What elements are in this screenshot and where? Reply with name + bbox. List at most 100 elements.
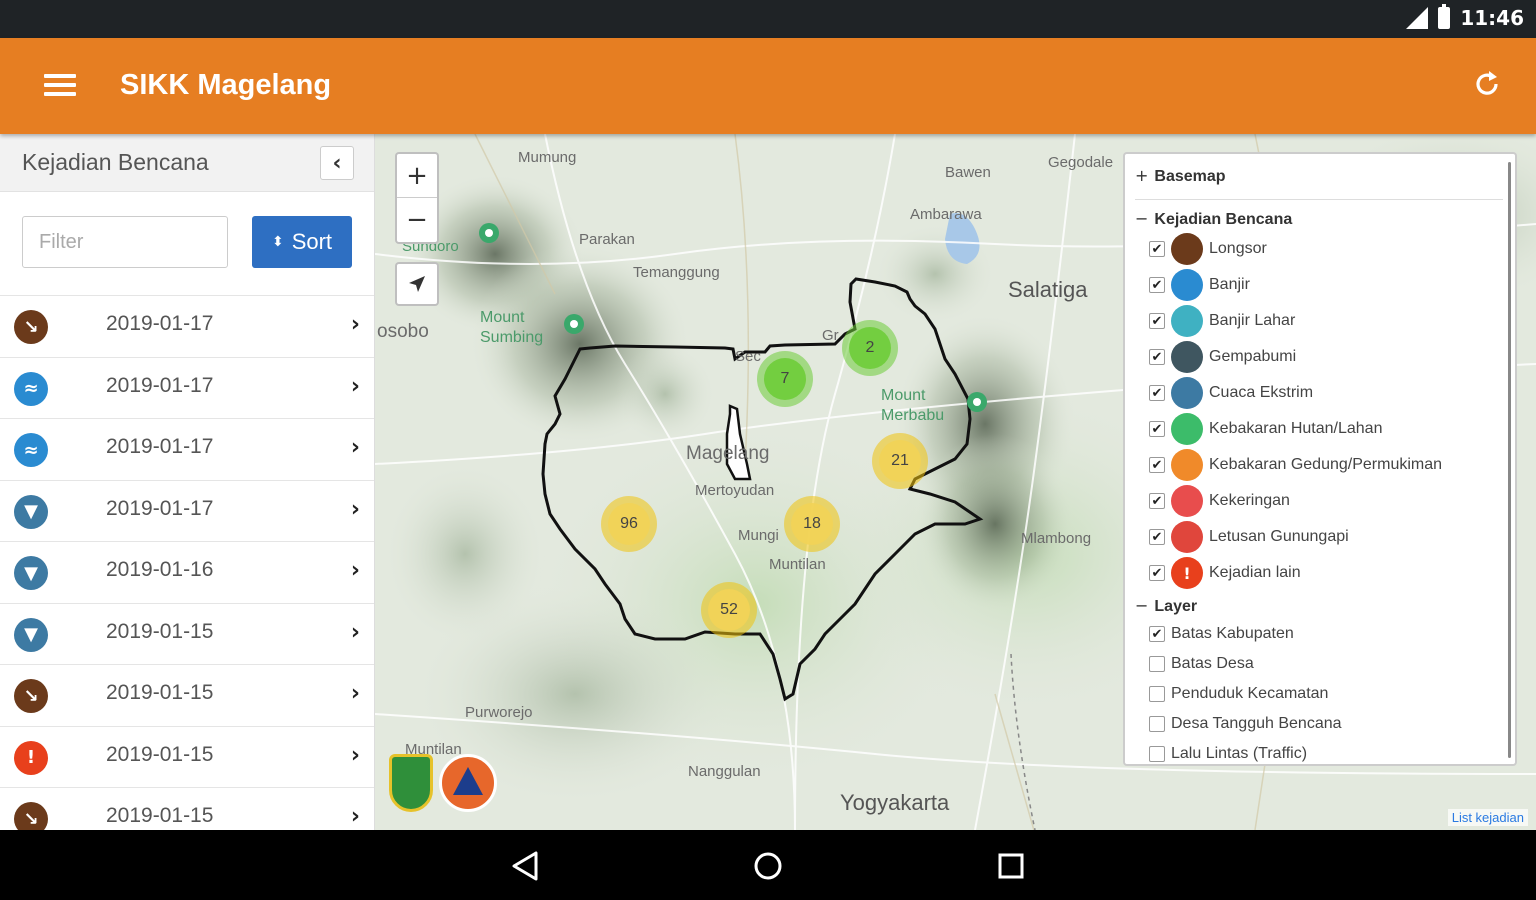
layer-toggle-item[interactable]: ✔ Cuaca Ekstrim bbox=[1149, 376, 1313, 410]
map-label-grabag: Gr bbox=[822, 327, 839, 344]
locate-button[interactable] bbox=[395, 262, 439, 306]
layer-checkbox[interactable]: ✔ bbox=[1149, 457, 1165, 473]
navigation-bar bbox=[0, 830, 1536, 900]
event-list-item[interactable]: ▼ 2019-01-16 › bbox=[0, 542, 374, 604]
layer-toggle-item[interactable]: ✔ Longsor bbox=[1149, 232, 1267, 266]
event-list-item[interactable]: ! 2019-01-15 › bbox=[0, 727, 374, 788]
map-label-wonosobo: osobo bbox=[377, 321, 429, 342]
event-type-icon: ! bbox=[14, 740, 48, 775]
event-type-icon: ↘ bbox=[14, 802, 48, 830]
app-title: SIKK Magelang bbox=[120, 69, 332, 101]
map-label-sumbing: Mount Sumbing bbox=[480, 309, 544, 346]
cluster-marker[interactable]: 21 bbox=[872, 433, 928, 489]
layer-type-icon bbox=[1171, 305, 1203, 337]
chevron-right-icon: › bbox=[350, 496, 360, 522]
chevron-right-icon: › bbox=[350, 804, 360, 829]
sidebar: Kejadian Bencana ‹ ⬍ Sort ↘2019-01-17›≈2… bbox=[0, 134, 375, 830]
layer-checkbox[interactable]: ✔ bbox=[1149, 349, 1165, 365]
overlay-layer-checkbox[interactable] bbox=[1149, 686, 1165, 702]
cluster-marker[interactable]: 2 bbox=[842, 320, 898, 376]
recents-icon[interactable] bbox=[993, 848, 1029, 884]
map-label-nanggulan: Nanggulan bbox=[688, 763, 761, 780]
overlay-layer-item[interactable]: ✔ Batas Kabupaten bbox=[1149, 617, 1294, 651]
layer-checkbox[interactable]: ✔ bbox=[1149, 277, 1165, 293]
layer-group-header[interactable]: − Layer bbox=[1135, 596, 1197, 616]
kejadian-group-header[interactable]: − Kejadian Bencana bbox=[1135, 209, 1292, 229]
overlay-layer-item[interactable]: Desa Tangguh Bencana bbox=[1149, 707, 1342, 741]
event-list-item[interactable]: ↘ 2019-01-15 › bbox=[0, 665, 374, 727]
layer-panel-scrollbar[interactable] bbox=[1508, 162, 1511, 758]
event-list-item[interactable]: ≈2019-01-17 › bbox=[0, 419, 374, 481]
cluster-marker[interactable]: 52 bbox=[701, 582, 757, 638]
chevron-right-icon: › bbox=[350, 312, 360, 337]
layer-type-icon bbox=[1171, 521, 1203, 553]
overlay-layer-checkbox[interactable] bbox=[1149, 746, 1165, 762]
navigation-arrow-icon bbox=[409, 276, 425, 292]
map-label-purworejo: Purworejo bbox=[465, 704, 533, 721]
event-list-item[interactable]: ▼ 2019-01-17 › bbox=[0, 481, 374, 542]
overlay-layer-item[interactable]: Penduduk Kecamatan bbox=[1149, 677, 1328, 711]
menu-icon[interactable] bbox=[44, 74, 76, 98]
layer-toggle-item[interactable]: ✔! Kejadian lain bbox=[1149, 556, 1301, 590]
collapse-sidebar-button[interactable]: ‹ bbox=[320, 146, 354, 180]
zoom-out-button[interactable]: − bbox=[397, 198, 437, 242]
map[interactable]: Mumung Bawen Gegodale Ambarawa Parakan T… bbox=[375, 134, 1536, 830]
event-date: 2019-01-17 bbox=[106, 312, 214, 335]
layer-checkbox[interactable]: ✔ bbox=[1149, 385, 1165, 401]
overlay-layer-checkbox[interactable] bbox=[1149, 716, 1165, 732]
map-label-muntilan: Muntilan bbox=[769, 556, 826, 573]
zoom-in-button[interactable]: + bbox=[397, 154, 437, 198]
layer-checkbox[interactable]: ✔ bbox=[1149, 421, 1165, 437]
layer-checkbox[interactable]: ✔ bbox=[1149, 241, 1165, 257]
layer-toggle-item[interactable]: ✔ Gempabumi bbox=[1149, 340, 1296, 374]
layer-toggle-item[interactable]: ✔ Kebakaran Gedung/Permukiman bbox=[1149, 448, 1442, 482]
overlay-layer-item[interactable]: Lalu Lintas (Traffic) bbox=[1149, 737, 1307, 764]
refresh-icon[interactable] bbox=[1472, 69, 1502, 99]
list-kejadian-link[interactable]: List kejadian bbox=[1447, 809, 1528, 826]
cluster-marker[interactable]: 18 bbox=[784, 496, 840, 552]
status-clock: 11:46 bbox=[1460, 6, 1524, 30]
layer-type-icon bbox=[1171, 233, 1203, 265]
back-icon[interactable] bbox=[508, 848, 544, 884]
overlay-layer-label: Penduduk Kecamatan bbox=[1171, 685, 1329, 702]
overlay-layer-checkbox[interactable]: ✔ bbox=[1149, 626, 1165, 642]
event-list-item[interactable]: ↘ 2019-01-17 › bbox=[0, 296, 374, 358]
layer-type-icon bbox=[1171, 413, 1203, 445]
filter-input[interactable] bbox=[22, 216, 228, 268]
app-bar: SIKK Magelang bbox=[0, 38, 1536, 134]
event-type-icon: ↘ bbox=[14, 679, 48, 713]
cluster-count: 52 bbox=[708, 589, 750, 631]
status-bar: 11:46 bbox=[0, 0, 1536, 38]
layer-type-icon bbox=[1171, 485, 1203, 517]
layer-toggle-item[interactable]: ✔ Banjir bbox=[1149, 268, 1250, 302]
layer-toggle-item[interactable]: ✔ Letusan Gunungapi bbox=[1149, 520, 1349, 554]
layer-checkbox[interactable]: ✔ bbox=[1149, 493, 1165, 509]
layer-toggle-item[interactable]: ✔ Kebakaran Hutan/Lahan bbox=[1149, 412, 1382, 446]
event-list-item[interactable]: ≈2019-01-17 › bbox=[0, 358, 374, 419]
layer-type-icon bbox=[1171, 341, 1203, 373]
layer-checkbox[interactable]: ✔ bbox=[1149, 529, 1165, 545]
layer-label: Kebakaran Hutan/Lahan bbox=[1209, 420, 1383, 437]
cluster-marker[interactable]: 7 bbox=[757, 351, 813, 407]
layer-toggle-item[interactable]: ✔ Kekeringan bbox=[1149, 484, 1290, 518]
cluster-count: 7 bbox=[764, 358, 806, 400]
battery-icon bbox=[1438, 4, 1451, 29]
basemap-group-header[interactable]: + Basemap bbox=[1135, 166, 1226, 186]
cluster-marker[interactable]: 96 bbox=[601, 496, 657, 552]
event-list-item[interactable]: ▼ 2019-01-15 › bbox=[0, 604, 374, 665]
map-label-salatiga: Salatiga bbox=[1008, 277, 1088, 302]
event-list-item[interactable]: ↘ 2019-01-15 › bbox=[0, 788, 374, 830]
overlay-layer-checkbox[interactable] bbox=[1149, 656, 1165, 672]
home-icon[interactable] bbox=[750, 848, 786, 884]
layer-checkbox[interactable]: ✔ bbox=[1149, 565, 1165, 581]
event-type-icon: ▼ bbox=[14, 617, 48, 652]
map-label-mumung: Mumung bbox=[518, 149, 577, 166]
event-date: 2019-01-15 bbox=[106, 681, 214, 704]
chevron-right-icon: › bbox=[350, 619, 360, 645]
overlay-layer-item[interactable]: Batas Desa bbox=[1149, 647, 1254, 681]
layer-checkbox[interactable]: ✔ bbox=[1149, 313, 1165, 329]
sort-button[interactable]: ⬍ Sort bbox=[252, 216, 352, 268]
layer-label: Gempabumi bbox=[1209, 348, 1297, 365]
layer-type-icon bbox=[1171, 449, 1203, 481]
layer-toggle-item[interactable]: ✔ Banjir Lahar bbox=[1149, 304, 1295, 338]
